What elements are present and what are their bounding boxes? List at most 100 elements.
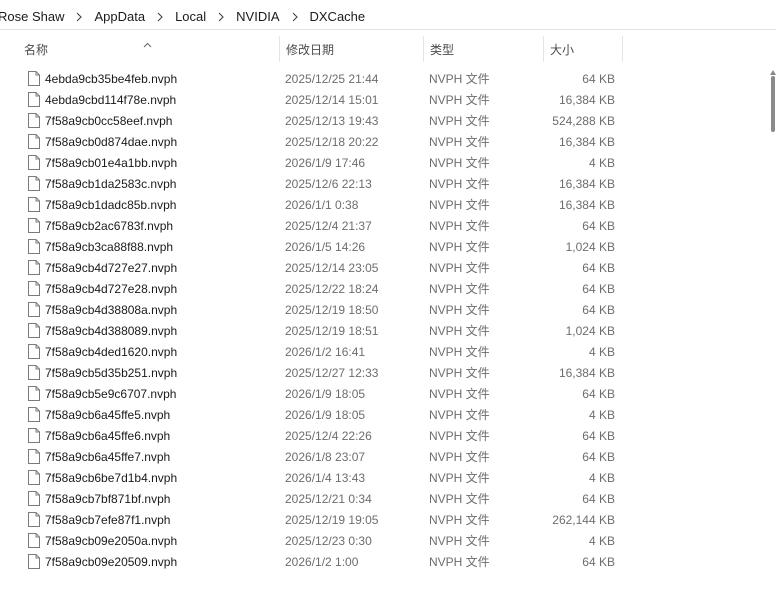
chevron-right-icon[interactable] bbox=[147, 12, 173, 22]
file-row[interactable]: 7f58a9cb4d727e28.nvph 2025/12/22 18:24 NVP… bbox=[19, 278, 623, 299]
file-row[interactable]: 7f58a9cb6a45ffe6.nvph 2025/12/4 22:26 NVPH… bbox=[19, 425, 623, 446]
file-name-cell: 7f58a9cb6be7d1b4.nvph bbox=[19, 470, 279, 485]
file-icon bbox=[28, 491, 40, 506]
scrollbar-thumb[interactable] bbox=[771, 76, 775, 132]
breadcrumb-item-user[interactable]: Rose Shaw bbox=[0, 9, 66, 24]
file-row[interactable]: 7f58a9cb0d874dae.nvph 2025/12/18 20:22 NVP… bbox=[19, 131, 623, 152]
file-name: 7f58a9cb4d38808a.nvph bbox=[45, 302, 178, 317]
file-type: NVPH 文件 bbox=[429, 534, 490, 548]
file-row[interactable]: 7f58a9cb4d388089.nvph 2025/12/19 18:51 NVP… bbox=[19, 320, 623, 341]
file-date: 2026/1/9 18:05 bbox=[285, 386, 366, 401]
file-size: 4 KB bbox=[588, 533, 615, 548]
file-name-cell: 7f58a9cb3ca88f88.nvph bbox=[19, 239, 279, 254]
file-name: 7f58a9cb4ded1620.nvph bbox=[45, 344, 178, 359]
file-size: 4 KB bbox=[588, 155, 615, 170]
column-header-date[interactable]: 修改日期 bbox=[279, 36, 423, 62]
file-size: 16,384 KB bbox=[558, 176, 615, 191]
file-date: 2025/12/25 21:44 bbox=[285, 71, 379, 86]
chevron-right-icon[interactable] bbox=[282, 12, 308, 22]
breadcrumb-item-appdata[interactable]: AppData bbox=[92, 9, 147, 24]
file-row[interactable]: 7f58a9cb6be7d1b4.nvph 2026/1/4 13:43 NVPH … bbox=[19, 467, 623, 488]
file-row[interactable]: 7f58a9cb01e4a1bb.nvph 2026/1/9 17:46 NVPH … bbox=[19, 152, 623, 173]
file-row[interactable]: 7f58a9cb3ca88f88.nvph 2026/1/5 14:26 NVPH … bbox=[19, 236, 623, 257]
file-name-cell: 7f58a9cb09e2050a.nvph bbox=[19, 533, 279, 548]
file-row[interactable]: 7f58a9cb0cc58eef.nvph 2025/12/13 19:43 NVP… bbox=[19, 110, 623, 131]
file-icon bbox=[28, 113, 40, 128]
file-row[interactable]: 7f58a9cb4d727e27.nvph 2025/12/14 23:05 NVP… bbox=[19, 257, 623, 278]
file-type: NVPH 文件 bbox=[429, 114, 490, 128]
file-date: 2025/12/14 23:05 bbox=[285, 260, 379, 275]
file-icon bbox=[28, 176, 40, 191]
file-size: 4 KB bbox=[588, 470, 615, 485]
file-date: 2026/1/9 17:46 bbox=[285, 155, 366, 170]
file-row[interactable]: 7f58a9cb4ded1620.nvph 2026/1/2 16:41 NVPH … bbox=[19, 341, 623, 362]
file-row[interactable]: 4ebda9cb35be4feb.nvph 2025/12/25 21:44 NVP… bbox=[19, 68, 623, 89]
file-icon bbox=[28, 218, 40, 233]
file-date: 2026/1/2 1:00 bbox=[285, 554, 359, 569]
file-name: 7f58a9cb4d727e28.nvph bbox=[45, 281, 178, 296]
file-icon bbox=[28, 386, 40, 401]
file-row[interactable]: 7f58a9cb6a45ffe5.nvph 2026/1/9 18:05 NVPH … bbox=[19, 404, 623, 425]
column-header-type-label: 类型 bbox=[430, 42, 455, 57]
column-header-type[interactable]: 类型 bbox=[423, 36, 543, 62]
file-name: 7f58a9cb2ac6783f.nvph bbox=[45, 218, 174, 233]
file-row[interactable]: 7f58a9cb5e9c6707.nvph 2026/1/9 18:05 NVPH … bbox=[19, 383, 623, 404]
file-name-cell: 7f58a9cb6a45ffe7.nvph bbox=[19, 449, 279, 464]
file-row[interactable]: 7f58a9cb09e20509.nvph 2026/1/2 1:00 NVPH 文… bbox=[19, 551, 623, 572]
file-name-cell: 7f58a9cb1dadc85b.nvph bbox=[19, 197, 279, 212]
file-type: NVPH 文件 bbox=[429, 387, 490, 401]
breadcrumb: Rose Shaw AppData Local NVIDIA DXCache bbox=[0, 4, 776, 30]
file-size: 1,024 KB bbox=[565, 323, 615, 338]
file-size: 16,384 KB bbox=[558, 365, 615, 380]
file-row[interactable]: 4ebda9cbd114f78e.nvph 2025/12/14 15:01 NVP… bbox=[19, 89, 623, 110]
file-date: 2025/12/22 18:24 bbox=[285, 281, 379, 296]
file-date: 2026/1/1 0:38 bbox=[285, 197, 359, 212]
file-date: 2026/1/9 18:05 bbox=[285, 407, 366, 422]
file-date: 2026/1/4 13:43 bbox=[285, 470, 366, 485]
file-name-cell: 7f58a9cb4d727e27.nvph bbox=[19, 260, 279, 275]
file-name: 7f58a9cb01e4a1bb.nvph bbox=[45, 155, 178, 170]
file-date: 2026/1/8 23:07 bbox=[285, 449, 366, 464]
vertical-scrollbar[interactable] bbox=[770, 62, 776, 593]
file-name-cell: 7f58a9cb5e9c6707.nvph bbox=[19, 386, 279, 401]
file-name-cell: 7f58a9cb0d874dae.nvph bbox=[19, 134, 279, 149]
file-icon bbox=[28, 365, 40, 380]
file-name: 7f58a9cb6a45ffe5.nvph bbox=[45, 407, 171, 422]
column-header-size[interactable]: 大小 bbox=[543, 36, 623, 62]
file-type: NVPH 文件 bbox=[429, 471, 490, 485]
file-row[interactable]: 7f58a9cb1dadc85b.nvph 2026/1/1 0:38 NVPH 文… bbox=[19, 194, 623, 215]
file-row[interactable]: 7f58a9cb5d35b251.nvph 2025/12/27 12:33 NVP… bbox=[19, 362, 623, 383]
file-size: 64 KB bbox=[582, 302, 615, 317]
file-icon bbox=[28, 197, 40, 212]
chevron-right-icon[interactable] bbox=[66, 12, 92, 22]
file-size: 64 KB bbox=[582, 260, 615, 275]
file-icon bbox=[28, 449, 40, 464]
file-icon bbox=[28, 134, 40, 149]
breadcrumb-item-nvidia[interactable]: NVIDIA bbox=[234, 9, 281, 24]
file-row[interactable]: 7f58a9cb7efe87f1.nvph 2025/12/19 19:05 NVP… bbox=[19, 509, 623, 530]
chevron-right-icon[interactable] bbox=[208, 12, 234, 22]
file-size: 64 KB bbox=[582, 281, 615, 296]
file-list: 名称 修改日期 类型 大小 4ebda9cb35be4feb.nvph 2025/… bbox=[0, 30, 776, 569]
file-icon bbox=[28, 512, 40, 527]
breadcrumb-item-dxcache[interactable]: DXCache bbox=[308, 9, 368, 24]
file-size: 1,024 KB bbox=[565, 239, 615, 254]
file-size: 16,384 KB bbox=[558, 92, 615, 107]
file-type: NVPH 文件 bbox=[429, 324, 490, 338]
file-row[interactable]: 7f58a9cb09e2050a.nvph 2025/12/23 0:30 NVPH… bbox=[19, 530, 623, 551]
file-row[interactable]: 7f58a9cb4d38808a.nvph 2025/12/19 18:50 NVP… bbox=[19, 299, 623, 320]
file-row[interactable]: 7f58a9cb7bf871bf.nvph 2025/12/21 0:34 NVPH… bbox=[19, 488, 623, 509]
file-size: 16,384 KB bbox=[558, 134, 615, 149]
file-row[interactable]: 7f58a9cb1da2583c.nvph 2025/12/6 22:13 NVPH… bbox=[19, 173, 623, 194]
file-size: 262,144 KB bbox=[552, 512, 615, 527]
file-name-cell: 7f58a9cb09e20509.nvph bbox=[19, 554, 279, 569]
column-header-name[interactable]: 名称 bbox=[19, 36, 279, 62]
file-name: 7f58a9cb6be7d1b4.nvph bbox=[45, 470, 178, 485]
file-row[interactable]: 7f58a9cb2ac6783f.nvph 2025/12/4 21:37 NVPH… bbox=[19, 215, 623, 236]
file-size: 4 KB bbox=[588, 344, 615, 359]
file-row[interactable]: 7f58a9cb6a45ffe7.nvph 2026/1/8 23:07 NVPH … bbox=[19, 446, 623, 467]
file-name: 7f58a9cb6a45ffe6.nvph bbox=[45, 428, 171, 443]
breadcrumb-item-local[interactable]: Local bbox=[173, 9, 208, 24]
file-type: NVPH 文件 bbox=[429, 513, 490, 527]
file-name: 7f58a9cb6a45ffe7.nvph bbox=[45, 449, 171, 464]
